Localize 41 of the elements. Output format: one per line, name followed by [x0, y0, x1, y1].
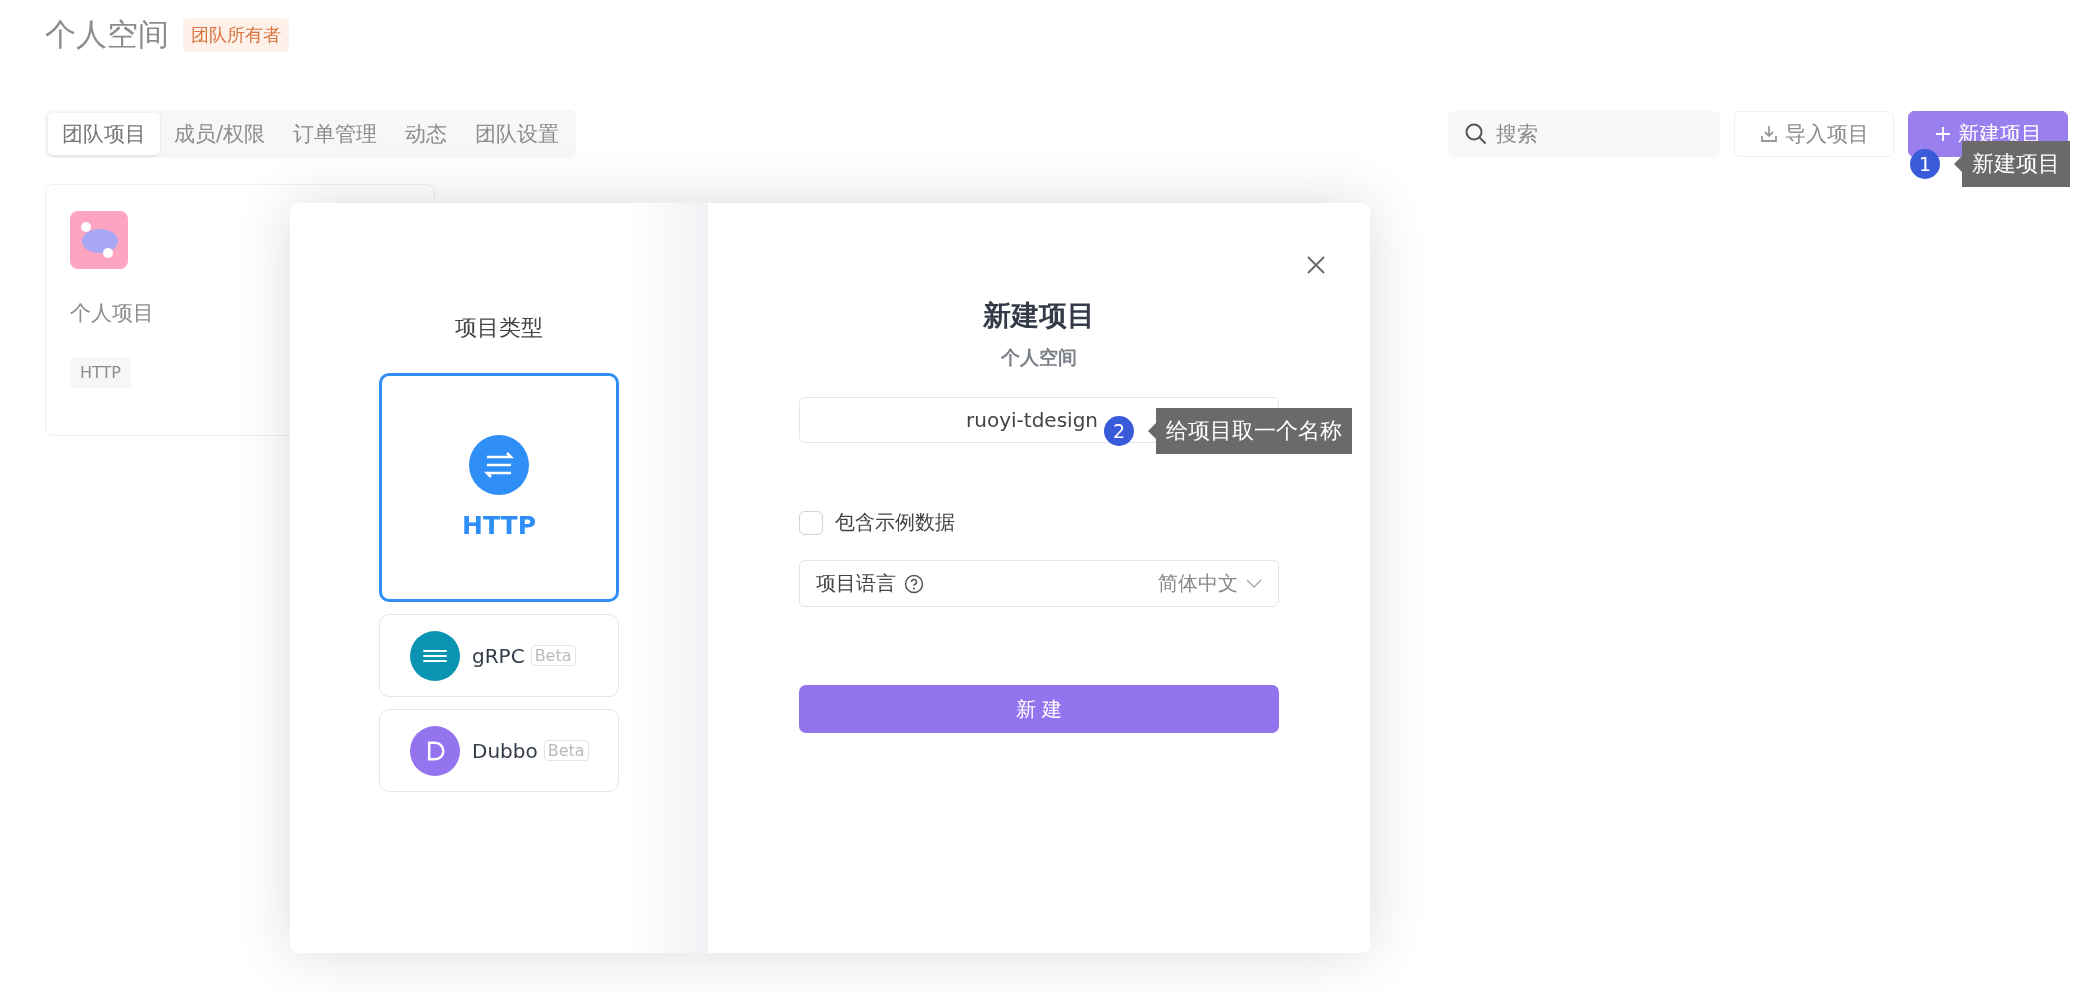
select-value: 简体中文 [1158, 570, 1238, 597]
tooltip-pointer-icon [1954, 156, 1962, 172]
beta-badge: Beta [530, 645, 576, 666]
owner-badge: 团队所有者 [183, 18, 289, 52]
project-type-label: Dubbo [472, 738, 538, 763]
checkbox[interactable] [799, 510, 823, 535]
project-tag: HTTP [70, 357, 131, 388]
tooltip-pointer-icon [1148, 423, 1156, 439]
tab[interactable]: 动态 [391, 113, 462, 155]
beta-badge: Beta [543, 740, 589, 761]
tab[interactable]: 团队设置 [461, 113, 574, 155]
tab[interactable]: 成员/权限 [160, 113, 280, 155]
dialog-title: 新建项目 [983, 298, 1095, 334]
guide-tooltip: 新建项目 [1962, 141, 2070, 187]
transfer-icon [469, 435, 529, 495]
project-type-card[interactable]: Dubbo Beta [379, 709, 619, 792]
language-select[interactable]: 项目语言 简体中文 [799, 560, 1279, 607]
dialog-subtitle: 个人空间 [1001, 345, 1077, 370]
project-type-label: gRPC [472, 643, 525, 668]
step-number: 1 [1910, 149, 1940, 179]
tab[interactable]: 团队项目 [48, 113, 160, 155]
project-type-label: HTTP [462, 511, 536, 540]
project-name: 个人项目 [70, 300, 154, 327]
chevron-down-icon [1246, 578, 1262, 589]
project-type-card[interactable]: HTTP [379, 373, 619, 602]
import-button[interactable]: 导入项目 [1734, 111, 1894, 157]
help-icon [904, 573, 924, 594]
page-title: 个人空间 [45, 15, 169, 54]
guide-tooltip: 给项目取一个名称 [1156, 408, 1352, 454]
cloud-icon [70, 211, 128, 269]
create-button[interactable]: 新 建 [799, 685, 1279, 733]
search-icon [1464, 122, 1488, 146]
select-label: 项目语言 [816, 570, 896, 597]
search-input[interactable]: 搜索 [1494, 121, 1694, 147]
project-type-card[interactable]: gRPC Beta [379, 614, 619, 697]
tab[interactable]: 订单管理 [279, 113, 392, 155]
plus-icon [1934, 125, 1952, 143]
section-title: 项目类型 [455, 314, 543, 342]
search-field[interactable]: 搜索 [1448, 111, 1720, 157]
download-icon [1759, 124, 1779, 144]
checkbox-label: 包含示例数据 [835, 509, 955, 536]
